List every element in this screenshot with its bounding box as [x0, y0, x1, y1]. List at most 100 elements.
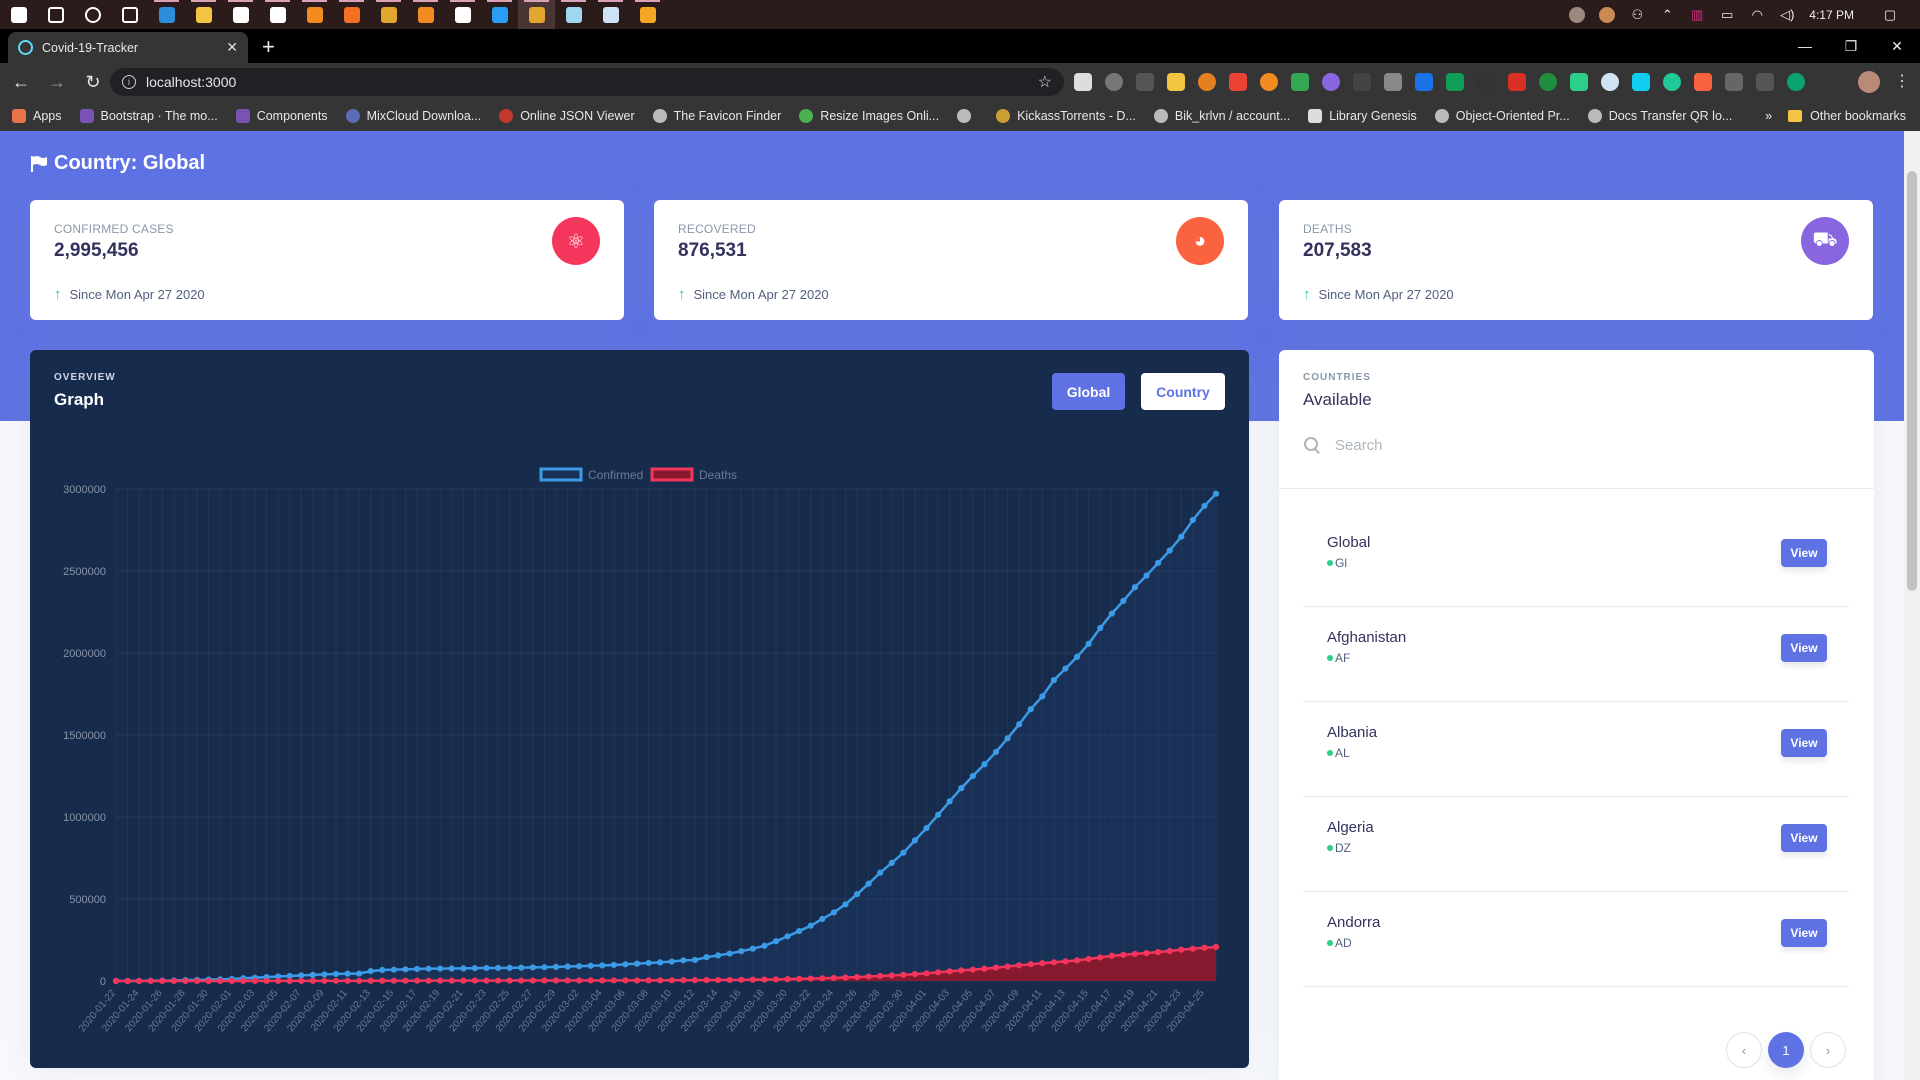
wifi-icon[interactable]: ◠: [1749, 7, 1765, 23]
extension-icon[interactable]: [1105, 73, 1123, 91]
address-bar[interactable]: i localhost:3000 ☆: [110, 68, 1064, 96]
forward-icon[interactable]: →: [42, 72, 72, 93]
view-button[interactable]: View: [1781, 539, 1827, 567]
bookmark-star-icon[interactable]: ☆: [1038, 72, 1052, 92]
extension-icon[interactable]: [1167, 73, 1185, 91]
back-icon[interactable]: ←: [6, 72, 36, 93]
extension-icon[interactable]: [1446, 73, 1464, 91]
mail-icon[interactable]: [259, 0, 296, 29]
bookmark-item[interactable]: Resize Images Onli...: [799, 109, 939, 123]
extension-icon[interactable]: [1074, 73, 1092, 91]
sublime-icon[interactable]: [296, 0, 333, 29]
data-point-deaths: [298, 977, 305, 984]
bookmark-item[interactable]: Online JSON Viewer: [499, 109, 635, 123]
extension-icon[interactable]: [1787, 73, 1805, 91]
extension-icon[interactable]: [1291, 73, 1309, 91]
profile-avatar[interactable]: [1858, 71, 1880, 93]
chrome-active-icon[interactable]: [518, 0, 555, 29]
search-input[interactable]: [1335, 436, 1575, 454]
extension-icon[interactable]: [1508, 73, 1526, 91]
browser-tab[interactable]: Covid-19-Tracker ✕: [8, 32, 248, 63]
data-point-confirmed: [390, 966, 397, 973]
file-explorer-icon[interactable]: [185, 0, 222, 29]
bookmark-item[interactable]: The Favicon Finder: [652, 109, 781, 123]
extension-icon[interactable]: [1353, 73, 1371, 91]
extension-icon[interactable]: [1694, 73, 1712, 91]
view-button[interactable]: View: [1781, 824, 1827, 852]
vscode-icon[interactable]: [481, 0, 518, 29]
extension-icon[interactable]: [1198, 73, 1216, 91]
global-button[interactable]: Global: [1052, 373, 1125, 410]
minimize-icon[interactable]: —: [1782, 29, 1828, 63]
people-icon[interactable]: ⚇: [1629, 7, 1645, 23]
close-window-icon[interactable]: ✕: [1874, 29, 1920, 63]
bookmark-item[interactable]: Bootstrap · The mo...: [79, 109, 218, 123]
extension-icon[interactable]: [1415, 73, 1433, 91]
chrome-icon[interactable]: [370, 0, 407, 29]
restore-icon[interactable]: ❐: [1828, 29, 1874, 63]
window-icon[interactable]: [592, 0, 629, 29]
github-desktop-icon[interactable]: [444, 0, 481, 29]
postman-icon[interactable]: [629, 0, 666, 29]
app-orange-icon[interactable]: [333, 0, 370, 29]
bookmark-item[interactable]: Library Genesis: [1308, 109, 1417, 123]
extension-icon[interactable]: [1725, 73, 1743, 91]
notification-icon[interactable]: ▢: [1882, 7, 1898, 23]
data-point-confirmed: [1097, 624, 1104, 632]
scrollbar-thumb[interactable]: [1907, 171, 1917, 591]
reload-icon[interactable]: ↻: [78, 72, 108, 93]
chevron-up-icon[interactable]: ⌃: [1659, 7, 1675, 23]
app-tray-icon[interactable]: ▥: [1689, 7, 1705, 23]
more-bookmarks-icon[interactable]: »: [1765, 109, 1772, 123]
user-avatar-icon[interactable]: [1569, 6, 1586, 23]
data-point-confirmed: [935, 811, 942, 818]
more-menu-icon[interactable]: ⋮: [1894, 71, 1910, 91]
extension-icon[interactable]: [1260, 73, 1278, 91]
extension-icon[interactable]: [1136, 73, 1154, 91]
extension-icon[interactable]: [1477, 73, 1495, 91]
bookmark-item[interactable]: Object-Oriented Pr...: [1434, 109, 1570, 123]
extension-icon[interactable]: [1322, 73, 1340, 91]
extension-icon[interactable]: [1663, 73, 1681, 91]
extension-icon[interactable]: [1384, 73, 1402, 91]
volume-icon[interactable]: ◁): [1779, 7, 1795, 23]
windows-start-icon[interactable]: [0, 0, 37, 29]
bookmark-item[interactable]: MixCloud Downloa...: [345, 109, 481, 123]
browser-tab-strip: Covid-19-Tracker ✕ + — ❐ ✕: [0, 29, 1920, 63]
extension-icon[interactable]: [1229, 73, 1247, 91]
task-view-icon[interactable]: [111, 0, 148, 29]
profile-icon[interactable]: [1599, 6, 1616, 23]
notepad-icon[interactable]: [555, 0, 592, 29]
bookmark-item[interactable]: [957, 109, 978, 123]
extension-icon[interactable]: [1756, 73, 1774, 91]
view-button[interactable]: View: [1781, 729, 1827, 757]
clock[interactable]: 4:17 PM: [1809, 8, 1854, 22]
bookmark-item[interactable]: Bik_krlvn / account...: [1153, 109, 1290, 123]
bookmark-item[interactable]: Apps: [12, 109, 62, 123]
edge-icon[interactable]: [148, 0, 185, 29]
country-button[interactable]: Country: [1141, 373, 1225, 410]
site-info-icon[interactable]: i: [122, 75, 136, 89]
view-button[interactable]: View: [1781, 919, 1827, 947]
search-icon[interactable]: [37, 0, 74, 29]
pagination-prev-button[interactable]: ‹: [1726, 1032, 1762, 1068]
bookmark-item[interactable]: Components: [235, 109, 328, 123]
pagination-next-button[interactable]: ›: [1810, 1032, 1846, 1068]
store-icon[interactable]: [222, 0, 259, 29]
other-bookmarks[interactable]: Other bookmarks: [1788, 109, 1906, 123]
status-dot: [1327, 750, 1333, 756]
vlc-icon[interactable]: [407, 0, 444, 29]
extension-icon[interactable]: [1601, 73, 1619, 91]
bookmark-item[interactable]: KickassTorrents - D...: [996, 109, 1136, 123]
bookmark-item[interactable]: Docs Transfer QR lo...: [1587, 109, 1732, 123]
extension-icon[interactable]: [1539, 73, 1557, 91]
pagination-page-1[interactable]: 1: [1768, 1032, 1804, 1068]
new-tab-icon[interactable]: +: [262, 34, 275, 60]
cortana-icon[interactable]: [74, 0, 111, 29]
battery-icon[interactable]: ▭: [1719, 7, 1735, 23]
close-tab-icon[interactable]: ✕: [226, 39, 238, 56]
extension-icon[interactable]: [1570, 73, 1588, 91]
view-button[interactable]: View: [1781, 634, 1827, 662]
extension-icon[interactable]: [1632, 73, 1650, 91]
page-scrollbar[interactable]: [1904, 131, 1920, 1080]
